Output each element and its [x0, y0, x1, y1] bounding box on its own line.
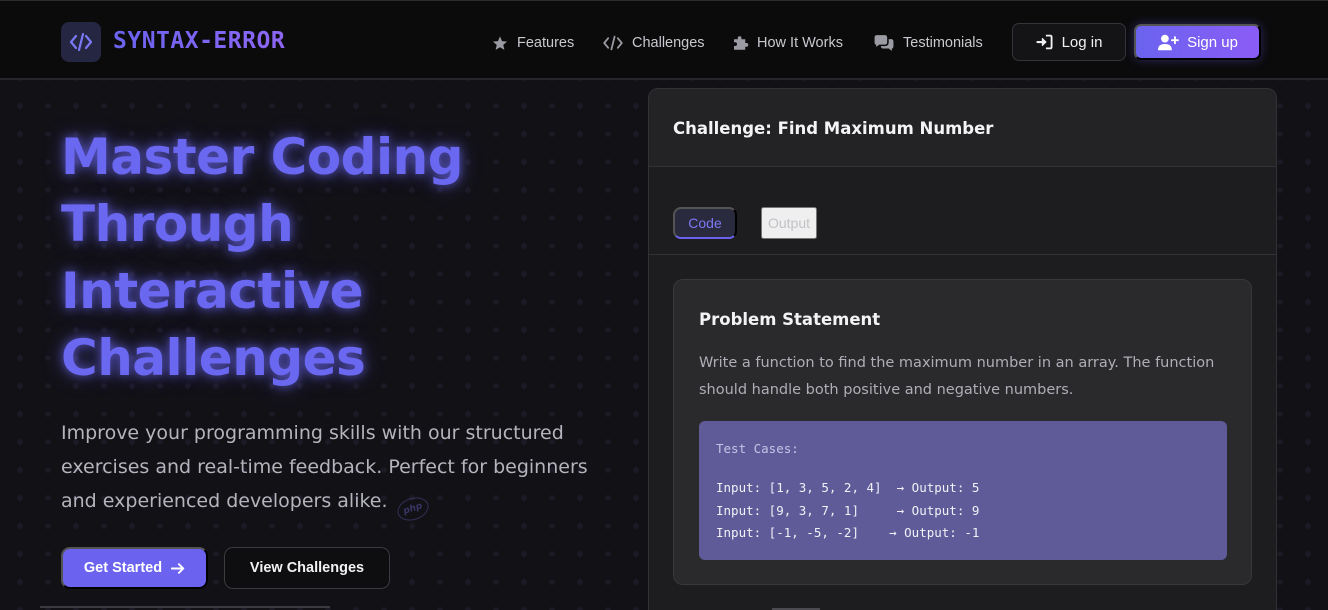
problem-title: Problem Statement	[699, 310, 881, 329]
nav-label: Testimonials	[903, 35, 983, 51]
hero-title-line: Challenges	[61, 329, 366, 387]
hero-title-line: Master Coding	[61, 128, 464, 186]
hero-title-line: Through	[61, 195, 294, 253]
challenge-tabs: Code Output	[649, 168, 1276, 255]
get-started-button[interactable]: Get Started	[61, 547, 208, 589]
code-icon	[69, 32, 93, 52]
page-scrollbar[interactable]	[40, 606, 330, 608]
problem-statement: Write a function to find the maximum num…	[699, 355, 1215, 398]
nav-label: Features	[517, 35, 575, 51]
logo-badge[interactable]	[61, 22, 101, 62]
view-challenges-button[interactable]: View Challenges	[224, 547, 390, 589]
challenge-panel: Challenge: Find Maximum Number Code Outp…	[648, 88, 1277, 610]
nav-label: How It Works	[757, 35, 843, 51]
signup-button[interactable]: Sign up	[1134, 24, 1261, 60]
sign-in-icon	[1035, 34, 1053, 50]
test-cases-label: Test Cases:	[716, 441, 799, 456]
nav-link-features[interactable]: Features	[491, 32, 574, 54]
comments-icon	[874, 35, 894, 51]
problem-card: Problem Statement Write a function to fi…	[673, 279, 1252, 585]
challenge-header: Challenge: Find Maximum Number	[649, 89, 1276, 167]
view-challenges-label: View Challenges	[249, 560, 365, 576]
test-cases-box: Test Cases: Input: [1, 3, 5, 2, 4] → Out…	[699, 421, 1227, 560]
hero-title-line: Interactive	[61, 262, 364, 320]
challenge-title: Challenge: Find Maximum Number	[673, 119, 994, 138]
puzzle-icon	[734, 36, 749, 50]
hero-subtitle: Improve your programming skills with our…	[61, 422, 588, 512]
login-button[interactable]: Log in	[1012, 23, 1126, 61]
get-started-label: Get Started	[83, 560, 163, 576]
nav-link-challenges[interactable]: Challenges	[602, 32, 705, 54]
tab-code[interactable]: Code	[673, 207, 737, 239]
test-case: Input: [9, 3, 7, 1] → Output: 9	[716, 502, 980, 518]
test-case: Input: [-1, -5, -2] → Output: -1	[716, 525, 980, 540]
hero-title: Master Coding Through Interactive Challe…	[61, 124, 621, 392]
signup-label: Sign up	[1187, 33, 1238, 51]
php-badge-text: php	[402, 501, 424, 517]
navbar: SYNTAX-ERROR Features Challenges How It …	[0, 0, 1328, 80]
nav-label: Challenges	[632, 35, 705, 51]
star-icon	[492, 35, 508, 50]
arrow-right-icon	[171, 562, 185, 574]
brand-name[interactable]: SYNTAX-ERROR	[113, 28, 285, 54]
code-icon	[603, 35, 623, 51]
user-plus-icon	[1158, 34, 1180, 50]
nav-link-how-it-works[interactable]: How It Works	[731, 32, 843, 54]
nav-link-testimonials[interactable]: Testimonials	[873, 32, 983, 54]
tab-output[interactable]: Output	[761, 207, 817, 239]
test-case: Input: [1, 3, 5, 2, 4] → Output: 5	[716, 480, 980, 495]
login-label: Log in	[1061, 33, 1103, 51]
